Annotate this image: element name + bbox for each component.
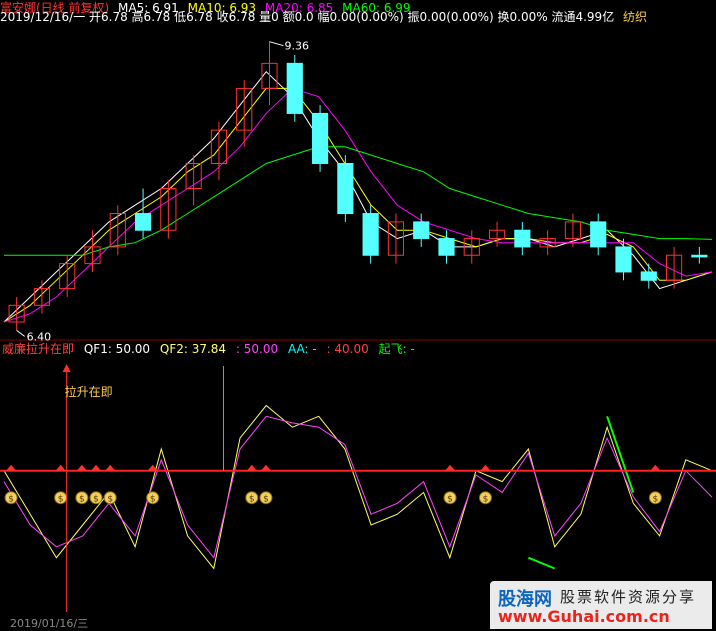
money-bag-glyph: $ xyxy=(93,495,99,505)
qf2-value: : 50.00 xyxy=(235,342,279,356)
qf2-label: QF2: 37.84 xyxy=(159,342,227,356)
candle-body xyxy=(640,271,657,281)
watermark-logo: 股海网 股票软件资源分享 www.Guhai.com.cn xyxy=(490,581,712,629)
signal-arrow-icon xyxy=(260,464,271,471)
signal-arrow-icon xyxy=(55,464,66,471)
qf1-label: QF1: 50.00 xyxy=(83,342,151,356)
high-pointer xyxy=(269,41,284,47)
signal-arrow-icon xyxy=(6,464,17,471)
candle-body xyxy=(514,229,531,248)
candle-body xyxy=(691,254,708,258)
candle-body xyxy=(615,246,632,273)
annotation-label: 拉升在即 xyxy=(65,384,113,399)
watermark-slogan: 股票软件资源分享 xyxy=(560,588,697,606)
candle-body xyxy=(286,62,303,114)
qf1-line xyxy=(3,404,713,570)
money-bag-glyph: $ xyxy=(79,495,85,505)
quote-info-bar: 2019/12/16/一 开6.78 高6.78 低6.78 收6.78 量0 … xyxy=(0,9,652,26)
candle-body xyxy=(362,213,379,256)
ma5-line xyxy=(3,70,713,323)
money-bag-glyph: $ xyxy=(249,495,255,505)
candle-body xyxy=(311,112,329,164)
signal-arrow-icon xyxy=(246,464,257,471)
indicator-header: 威廉拉升在即 QF1: 50.00 QF2: 37.84 : 50.00 AA:… xyxy=(2,342,421,356)
money-bag-glyph: $ xyxy=(150,495,156,505)
industry-label: 纺织 xyxy=(623,10,648,24)
money-bag-glyph: $ xyxy=(483,495,489,505)
signal-arrow-icon xyxy=(76,464,87,471)
money-bag-glyph: $ xyxy=(58,495,64,505)
money-bag-glyph: $ xyxy=(652,495,658,505)
signal-arrow-icon xyxy=(105,464,116,471)
ma10-line xyxy=(3,87,713,323)
signal-arrow-icon xyxy=(480,464,491,471)
signal-arrow-icon xyxy=(650,464,661,471)
money-bag-glyph: $ xyxy=(263,495,269,505)
aa-label: AA: - xyxy=(287,342,317,356)
money-bag-glyph: $ xyxy=(8,495,14,505)
low-pointer xyxy=(16,329,25,337)
candle-body xyxy=(438,238,455,256)
candle-body xyxy=(134,213,152,231)
aa-value: : 40.00 xyxy=(326,342,369,356)
candle-body xyxy=(413,221,430,240)
annotation-arrow-icon xyxy=(62,364,71,372)
signal-arrow-icon xyxy=(91,464,102,471)
candle-body xyxy=(337,162,354,215)
watermark-url: www.Guhai.com.cn xyxy=(498,607,670,626)
quote-line: 2019/12/16/一 开6.78 高6.78 低6.78 收6.78 量0 … xyxy=(0,10,615,24)
money-bag-glyph: $ xyxy=(107,495,113,505)
stock-chart[interactable]: 9.366.40$ $ $ $ $ $ $ $ $ $ $拉升在即 xyxy=(0,0,716,629)
money-bag-glyph: $ xyxy=(447,495,453,505)
high-label: 9.36 xyxy=(285,40,310,53)
indicator-title: 威廉拉升在即 xyxy=(2,342,75,356)
signal-arrow-icon xyxy=(445,464,456,471)
ma20-line xyxy=(3,87,713,323)
candle-body xyxy=(590,221,607,248)
takeoff-label: 起飞: - xyxy=(378,342,415,356)
